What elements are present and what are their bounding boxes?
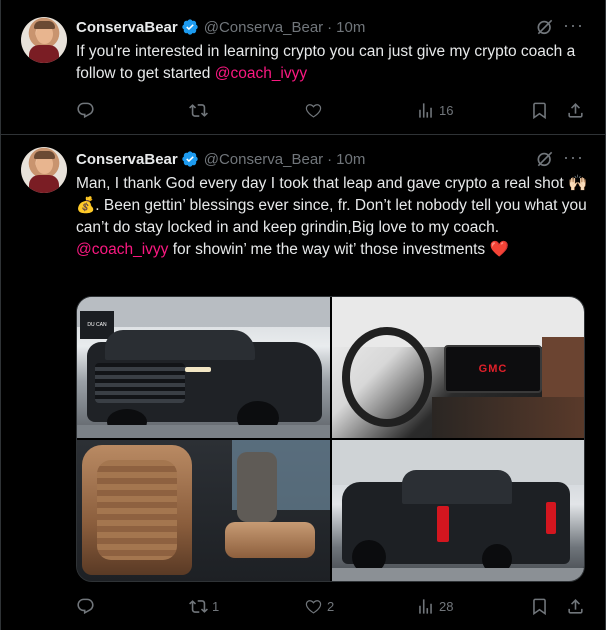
tweet[interactable]: ConservaBear @Conserva_Bear · 10m ··· If…: [1, 0, 605, 135]
bookmark-icon: [533, 102, 546, 119]
author-handle[interactable]: @Conserva_Bear: [204, 151, 323, 168]
bookmark-button[interactable]: [530, 596, 549, 616]
tweet-text: If you're interested in learning crypto …: [76, 41, 588, 85]
reply-button[interactable]: [76, 596, 99, 616]
separator: ·: [327, 18, 333, 36]
reply-button[interactable]: [76, 100, 99, 120]
tweet-text-body: If you're interested in learning crypto …: [76, 43, 576, 82]
tweet-header: ConservaBear @Conserva_Bear · 10m: [76, 17, 365, 37]
repost-button[interactable]: 1: [189, 596, 219, 616]
grok-icon[interactable]: [535, 149, 555, 169]
bookmark-button[interactable]: [530, 100, 549, 120]
mention-link[interactable]: @coach_ivyy: [215, 65, 307, 82]
timestamp[interactable]: 10m: [336, 19, 365, 36]
share-icon: [568, 102, 583, 118]
views-count: 16: [439, 102, 454, 118]
like-button[interactable]: [304, 100, 327, 120]
views-icon: [419, 598, 432, 614]
repost-icon: [189, 103, 208, 117]
heart-icon: [305, 103, 322, 118]
like-count: 2: [327, 598, 335, 614]
truck-front-photo[interactable]: DU CAN TRUST: [77, 297, 330, 438]
tweet-text-body: Man, I thank God every day I took that l…: [76, 175, 588, 236]
heart-icon: [305, 599, 322, 614]
author-name[interactable]: ConservaBear: [76, 151, 178, 168]
more-options-icon[interactable]: ···: [563, 148, 583, 169]
like-button[interactable]: 2: [304, 596, 334, 616]
tweet-text: Man, I thank God every day I took that l…: [76, 173, 588, 261]
truck-dashboard-photo[interactable]: GMC: [332, 297, 584, 438]
reply-icon: [77, 598, 94, 614]
views-button[interactable]: 16: [416, 100, 453, 120]
verified-badge-icon: [182, 151, 198, 167]
avatar[interactable]: [21, 17, 67, 63]
separator: ·: [327, 150, 333, 168]
repost-icon: [189, 599, 208, 613]
truck-rear-photo[interactable]: [332, 440, 584, 581]
gmc-logo: GMC: [478, 363, 508, 375]
tweet-text-tail: for showin’ me the way wit’ those invest…: [168, 241, 509, 258]
views-button[interactable]: 28: [416, 596, 453, 616]
repost-button[interactable]: [189, 100, 212, 120]
action-bar: 1 2 28: [76, 596, 596, 616]
leather-seat-photo[interactable]: [77, 440, 330, 581]
author-handle[interactable]: @Conserva_Bear: [204, 19, 323, 36]
more-options-icon[interactable]: ···: [563, 16, 583, 37]
media-grid: DU CAN TRUST GMC: [76, 296, 585, 582]
bookmark-icon: [533, 598, 546, 615]
repost-count: 1: [212, 598, 220, 614]
views-count: 28: [439, 598, 454, 614]
avatar[interactable]: [21, 147, 67, 193]
timestamp[interactable]: 10m: [336, 151, 365, 168]
tweet[interactable]: ConservaBear @Conserva_Bear · 10m ··· Ma…: [1, 135, 605, 630]
share-button[interactable]: [566, 100, 585, 120]
timeline: ConservaBear @Conserva_Bear · 10m ··· If…: [0, 0, 606, 630]
reply-icon: [77, 102, 94, 118]
grok-icon[interactable]: [535, 17, 555, 37]
verified-badge-icon: [182, 19, 198, 35]
tweet-header: ConservaBear @Conserva_Bear · 10m: [76, 149, 365, 169]
share-button[interactable]: [566, 596, 585, 616]
share-icon: [568, 598, 583, 614]
mention-link[interactable]: @coach_ivyy: [76, 241, 168, 258]
author-name[interactable]: ConservaBear: [76, 19, 178, 36]
action-bar: 16: [76, 100, 596, 120]
views-icon: [419, 102, 432, 118]
